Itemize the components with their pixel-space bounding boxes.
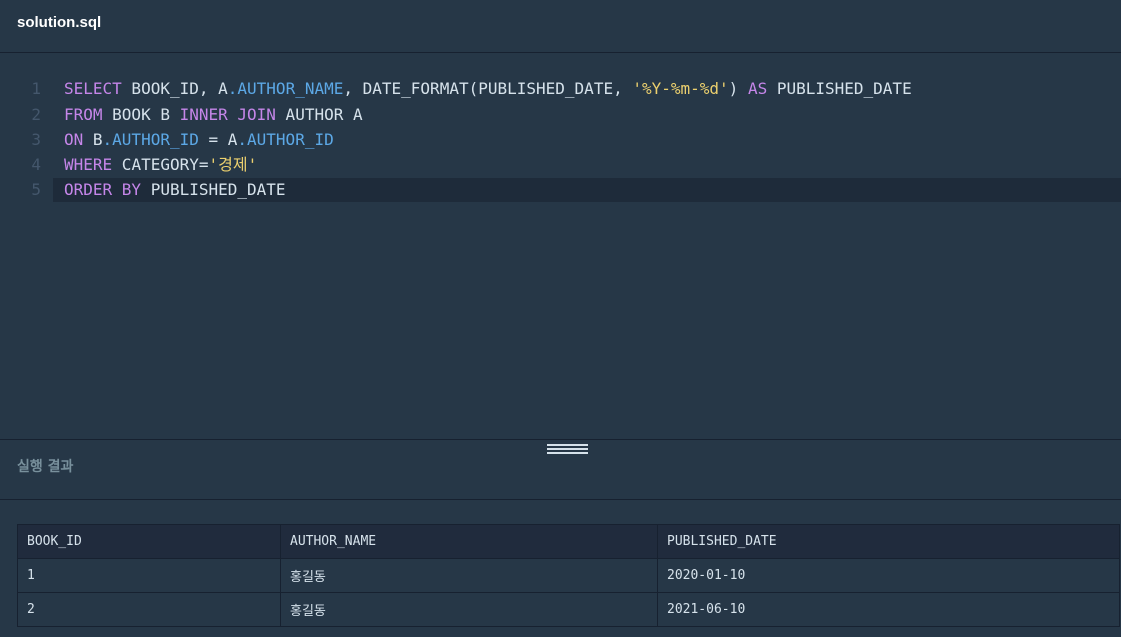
column-header-published-date: PUBLISHED_DATE <box>657 524 1120 559</box>
sql-text: , DATE_FORMAT(PUBLISHED_DATE, <box>343 79 633 98</box>
cell-book-id: 1 <box>17 558 281 593</box>
sql-text: PUBLISHED_DATE <box>141 180 286 199</box>
code-text[interactable]: ORDER BY PUBLISHED_DATE <box>64 178 286 202</box>
sql-text: ) <box>728 79 748 98</box>
table-header-row: BOOK_ID AUTHOR_NAME PUBLISHED_DATE <box>17 524 1120 559</box>
code-text[interactable]: WHERE CATEGORY='경제' <box>64 153 257 177</box>
sql-text: = A <box>198 130 238 149</box>
line-number: 3 <box>31 130 41 149</box>
column-header-book-id: BOOK_ID <box>17 524 281 559</box>
sql-text: BOOK_ID, A <box>121 79 228 98</box>
sql-column-ref: .AUTHOR_ID <box>237 130 334 149</box>
line-number: 4 <box>31 155 41 174</box>
cell-author-name: 홍길동 <box>280 558 658 593</box>
sql-keyword: SELECT <box>64 79 122 98</box>
line-number: 2 <box>31 105 41 124</box>
results-divider <box>0 499 1121 500</box>
file-name-tab[interactable]: solution.sql <box>17 14 101 32</box>
sql-text: CATEGORY= <box>112 155 209 174</box>
results-title: 실행 결과 <box>17 459 74 475</box>
table-row: 1 홍길동 2020-01-10 <box>17 558 1120 593</box>
code-editor[interactable]: 1 SELECT BOOK_ID, A.AUTHOR_NAME, DATE_FO… <box>0 54 1121 439</box>
code-line-4[interactable]: 4 WHERE CATEGORY='경제' <box>0 153 1121 177</box>
sql-column-ref: .AUTHOR_NAME <box>227 79 344 98</box>
code-line-3[interactable]: 3 ON B.AUTHOR_ID = A.AUTHOR_ID <box>0 128 1121 152</box>
file-tab-bar: solution.sql <box>0 0 1121 53</box>
cell-book-id: 2 <box>17 592 281 627</box>
sql-keyword: INNER JOIN <box>179 105 276 124</box>
code-line-1[interactable]: 1 SELECT BOOK_ID, A.AUTHOR_NAME, DATE_FO… <box>0 77 1121 101</box>
sql-keyword: ORDER BY <box>64 180 142 199</box>
code-line-2[interactable]: 2 FROM BOOK B INNER JOIN AUTHOR A <box>0 103 1121 127</box>
results-panel: 실행 결과 BOOK_ID AUTHOR_NAME PUBLISHED_DATE <box>0 439 1121 637</box>
line-number: 5 <box>31 180 41 199</box>
panel-resize-handle[interactable] <box>547 442 588 456</box>
sql-keyword: AS <box>747 79 768 98</box>
line-number: 1 <box>31 79 41 98</box>
column-header-author-name: AUTHOR_NAME <box>280 524 658 559</box>
sql-string: '%Y-%m-%d' <box>632 79 729 98</box>
code-line-5-active[interactable]: 5 ORDER BY PUBLISHED_DATE <box>31 178 1121 202</box>
sql-column-ref: .AUTHOR_ID <box>102 130 199 149</box>
sql-text: AUTHOR A <box>275 105 363 124</box>
cell-published-date: 2020-01-10 <box>657 558 1120 593</box>
table-row: 2 홍길동 2021-06-10 <box>17 592 1120 627</box>
code-text[interactable]: FROM BOOK B INNER JOIN AUTHOR A <box>64 103 363 127</box>
sql-text: B <box>83 130 103 149</box>
sql-text: PUBLISHED_DATE <box>767 79 912 98</box>
results-table-container: BOOK_ID AUTHOR_NAME PUBLISHED_DATE 1 홍길동… <box>17 524 1120 627</box>
code-text[interactable]: ON B.AUTHOR_ID = A.AUTHOR_ID <box>64 128 334 152</box>
cell-author-name: 홍길동 <box>280 592 658 627</box>
sql-keyword: FROM <box>64 105 103 124</box>
results-table: BOOK_ID AUTHOR_NAME PUBLISHED_DATE 1 홍길동… <box>17 524 1120 627</box>
sql-keyword: ON <box>64 130 84 149</box>
sql-text: BOOK B <box>102 105 180 124</box>
code-text[interactable]: SELECT BOOK_ID, A.AUTHOR_NAME, DATE_FORM… <box>64 77 912 101</box>
cell-published-date: 2021-06-10 <box>657 592 1120 627</box>
sql-string: '경제' <box>208 155 258 174</box>
sql-keyword: WHERE <box>64 155 113 174</box>
sql-editor-app: solution.sql 1 SELECT BOOK_ID, A.AUTHOR_… <box>0 0 1121 637</box>
